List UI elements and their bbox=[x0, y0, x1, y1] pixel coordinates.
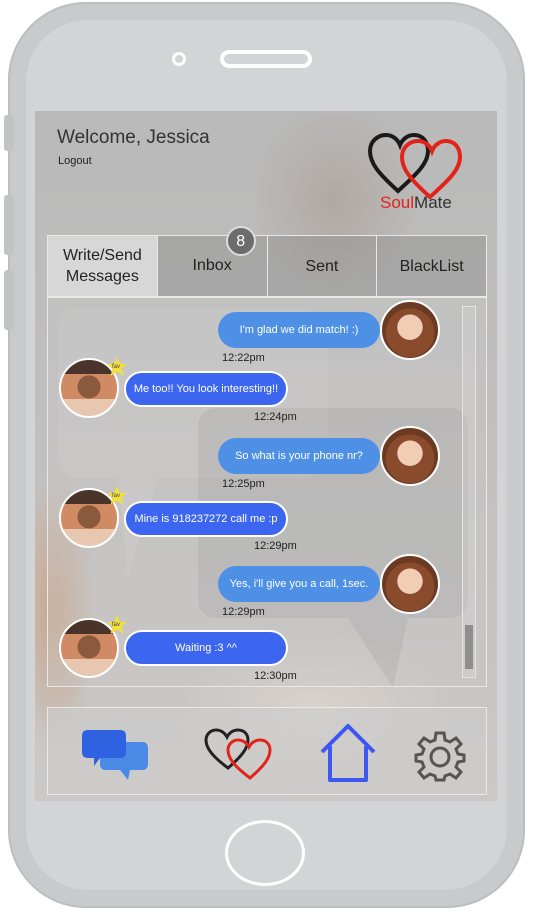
fav-label: fav bbox=[112, 364, 121, 370]
incoming-message-bubble: Me too!! You look interesting!! bbox=[124, 371, 288, 407]
phone-side-button bbox=[4, 115, 14, 151]
gear-icon[interactable] bbox=[414, 730, 466, 782]
scrollbar-thumb[interactable] bbox=[465, 625, 473, 669]
avatar[interactable] bbox=[380, 426, 440, 486]
tab-blacklist[interactable]: BlackList bbox=[376, 236, 486, 296]
app-header: Welcome, Jessica Logout SoulMate bbox=[35, 111, 497, 233]
avatar[interactable] bbox=[380, 554, 440, 614]
tab-sent[interactable]: Sent bbox=[266, 236, 377, 296]
home-icon[interactable] bbox=[318, 722, 378, 784]
chat-scrollbar[interactable] bbox=[462, 306, 476, 678]
tab-inbox[interactable]: Inbox 8 bbox=[156, 226, 267, 296]
chat-bubbles-icon[interactable] bbox=[80, 726, 152, 784]
chat-window[interactable]: I'm glad we did match! :) 12:22pm fav Me… bbox=[47, 297, 487, 687]
message-timestamp: 12:30pm bbox=[254, 670, 297, 682]
fav-label: fav bbox=[112, 622, 121, 628]
incoming-message-bubble: Mine is 918237272 call me :p bbox=[124, 501, 288, 537]
phone-volume-up bbox=[4, 195, 14, 255]
logout-link[interactable]: Logout bbox=[58, 155, 92, 167]
message-timestamp: 12:29pm bbox=[222, 606, 265, 618]
app-screen: Welcome, Jessica Logout SoulMate Write/S… bbox=[35, 111, 497, 801]
message-timestamp: 12:29pm bbox=[254, 540, 297, 552]
inbox-count-badge: 8 bbox=[225, 226, 256, 256]
message-timestamp: 12:25pm bbox=[222, 478, 265, 490]
tab-write-send-messages[interactable]: Write/Send Messages bbox=[48, 236, 157, 296]
front-camera bbox=[172, 52, 186, 66]
message-timestamp: 12:22pm bbox=[222, 352, 265, 364]
incoming-message-bubble: Waiting :3 ^^ bbox=[124, 630, 288, 666]
fav-label: fav bbox=[112, 493, 121, 499]
phone-home-button[interactable] bbox=[225, 820, 305, 886]
welcome-text: Welcome, Jessica bbox=[57, 127, 210, 148]
phone-volume-down bbox=[4, 270, 14, 330]
avatar[interactable] bbox=[380, 300, 440, 360]
outgoing-message-bubble: I'm glad we did match! :) bbox=[218, 312, 380, 348]
outgoing-message-bubble: So what is your phone nr? bbox=[218, 438, 380, 474]
outgoing-message-bubble: Yes, i'll give you a call, 1sec. bbox=[218, 566, 380, 602]
hearts-icon[interactable] bbox=[204, 728, 276, 782]
bottom-nav-bar bbox=[47, 707, 487, 795]
logo-wordmark: SoulMate bbox=[380, 193, 452, 212]
message-tabs: Write/Send Messages Inbox 8 Sent BlackLis… bbox=[47, 226, 487, 297]
earpiece-speaker bbox=[220, 50, 312, 68]
message-timestamp: 12:24pm bbox=[254, 411, 297, 423]
